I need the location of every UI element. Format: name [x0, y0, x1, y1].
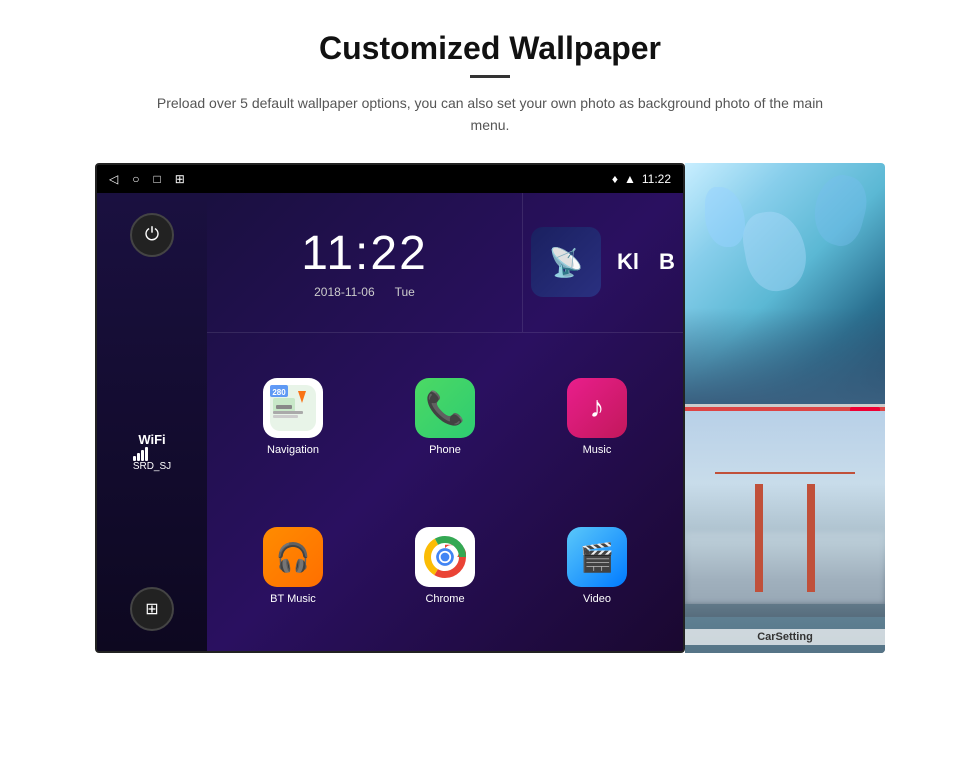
wallpaper-panel: CarSetting [685, 163, 885, 653]
phone-symbol: 📞 [425, 389, 465, 427]
apps-grid-icon: ⊞ [145, 599, 158, 619]
back-icon[interactable]: ◁ [109, 172, 118, 186]
wifi-media-icon: 📡 [549, 246, 584, 279]
status-time: 11:22 [642, 172, 671, 186]
signal-bars [133, 447, 171, 461]
location-icon: ♦ [612, 172, 618, 186]
chrome-label: Chrome [425, 593, 464, 605]
app-item-video[interactable]: 🎬 Video [521, 492, 673, 641]
phone-icon: 📞 [415, 378, 475, 438]
app-item-navigation[interactable]: 280 Navigation [217, 343, 369, 492]
btmusic-icon: 🎧 [263, 527, 323, 587]
home-icon[interactable]: ○ [132, 172, 139, 186]
btmusic-label: BT Music [270, 593, 316, 605]
music-icon: ♪ [567, 378, 627, 438]
date-value: 2018-11-06 [314, 285, 375, 299]
wallpaper-ice-cave[interactable] [685, 163, 885, 408]
app-item-phone[interactable]: 📞 Phone [369, 343, 521, 492]
app-grid: 280 Navigation 📞 Phone [207, 333, 683, 651]
apps-button[interactable]: ⊞ [130, 587, 174, 631]
carsetting-label: CarSetting [685, 629, 885, 645]
clock-date: 2018-11-06 Tue [314, 285, 415, 299]
sidebar-top: ⏻ [130, 213, 174, 257]
page-container: Customized Wallpaper Preload over 5 defa… [0, 0, 980, 758]
app-item-btmusic[interactable]: 🎧 BT Music [217, 492, 369, 641]
wifi-network: SRD_SJ [133, 461, 171, 472]
power-icon: ⏻ [145, 224, 159, 245]
video-symbol: 🎬 [580, 541, 615, 574]
bt-symbol: 🎧 [276, 541, 311, 574]
recents-icon[interactable]: □ [153, 172, 160, 186]
video-label: Video [583, 593, 611, 605]
music-symbol: ♪ [590, 391, 605, 425]
phone-label: Phone [429, 444, 461, 456]
screen-body: ⏻ WiFi SRD_SJ ⊞ [97, 193, 683, 651]
clock-section: 11:22 2018-11-06 Tue 📡 Kl [207, 193, 683, 333]
page-title: Customized Wallpaper [150, 30, 830, 67]
chrome-icon [415, 527, 475, 587]
video-icon: 🎬 [567, 527, 627, 587]
app-item-chrome[interactable]: Chrome [369, 492, 521, 641]
android-screen: ◁ ○ □ ⊞ ♦ ▲ 11:22 ⏻ [95, 163, 685, 653]
svg-text:280: 280 [272, 388, 286, 397]
title-divider [470, 75, 510, 78]
b-icon: B [659, 249, 675, 275]
kl-icon: Kl [617, 249, 639, 275]
media-icons-area: 📡 Kl B [523, 193, 683, 332]
wallpaper-golden-gate[interactable]: CarSetting [685, 411, 885, 653]
app-item-music[interactable]: ♪ Music [521, 343, 673, 492]
media-right-icons: Kl B [617, 249, 675, 275]
clock-time: 11:22 [301, 226, 428, 281]
main-area: 11:22 2018-11-06 Tue 📡 Kl [207, 193, 683, 651]
chrome-svg [424, 536, 466, 578]
subtitle: Preload over 5 default wallpaper options… [150, 92, 830, 137]
content-area: ◁ ○ □ ⊞ ♦ ▲ 11:22 ⏻ [95, 163, 885, 653]
navigation-label: Navigation [267, 444, 319, 456]
power-button[interactable]: ⏻ [130, 213, 174, 257]
screenshot-icon[interactable]: ⊞ [175, 172, 185, 186]
navigation-icon: 280 [263, 378, 323, 438]
day-value: Tue [395, 285, 415, 299]
status-bar-left: ◁ ○ □ ⊞ [109, 172, 185, 186]
title-section: Customized Wallpaper Preload over 5 defa… [150, 30, 830, 137]
wifi-info: WiFi SRD_SJ [133, 432, 171, 472]
clock-display: 11:22 2018-11-06 Tue [207, 193, 523, 332]
media-icon-box[interactable]: 📡 [531, 227, 601, 297]
music-label: Music [583, 444, 612, 456]
sidebar: ⏻ WiFi SRD_SJ ⊞ [97, 193, 207, 651]
status-bar: ◁ ○ □ ⊞ ♦ ▲ 11:22 [97, 165, 683, 193]
wifi-label: WiFi [133, 432, 171, 447]
wifi-status-icon: ▲ [624, 172, 636, 186]
status-bar-right: ♦ ▲ 11:22 [612, 172, 671, 186]
